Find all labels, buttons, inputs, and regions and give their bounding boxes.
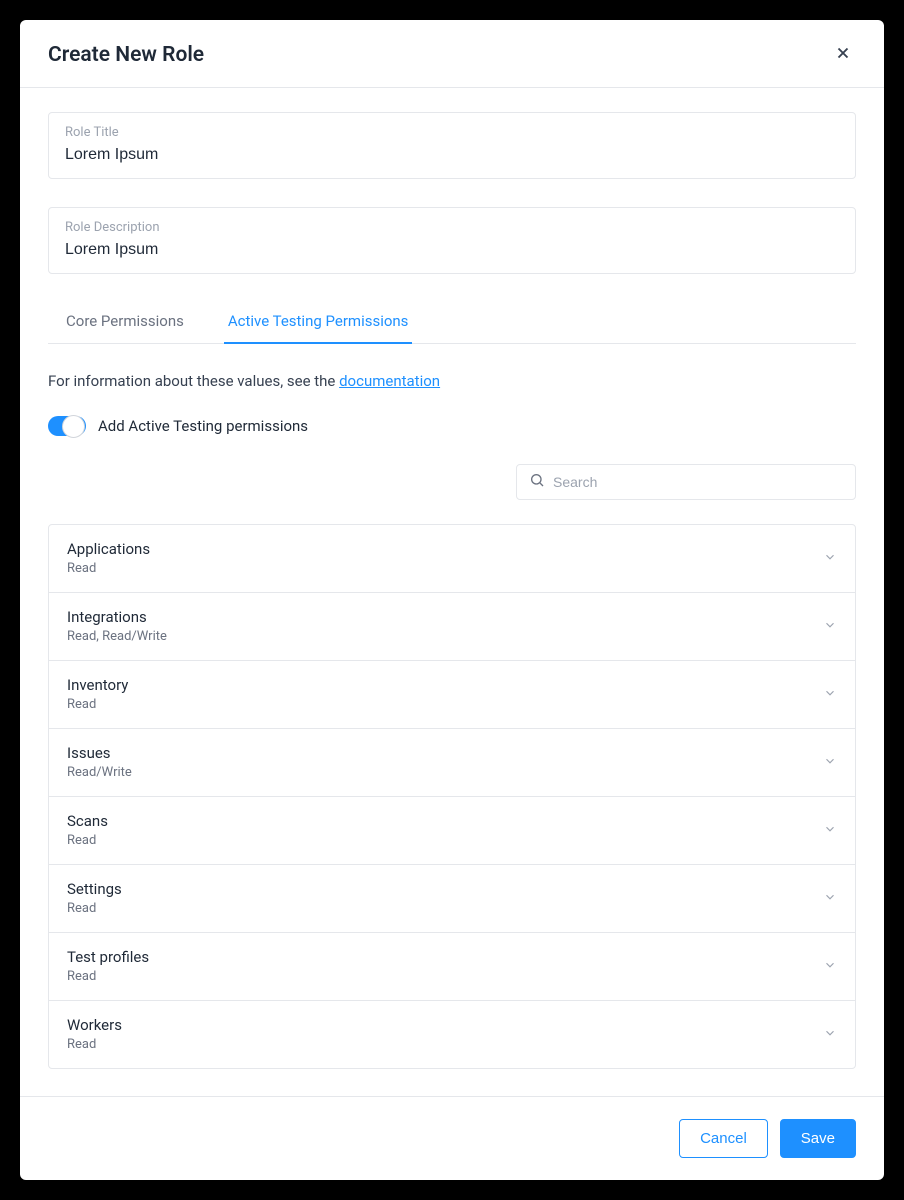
permission-title: Integrations [67, 608, 167, 626]
permission-sub: Read/Write [67, 765, 132, 780]
role-title-input[interactable] [65, 146, 839, 164]
close-icon [834, 50, 852, 65]
permission-item-settings[interactable]: Settings Read [49, 865, 855, 933]
role-title-label: Role Title [65, 125, 839, 140]
modal-body: Role Title Role Description Core Permiss… [20, 88, 884, 1096]
permission-item-test-profiles[interactable]: Test profiles Read [49, 933, 855, 1001]
search-row [48, 464, 856, 500]
permission-sub: Read [67, 901, 122, 916]
permission-sub: Read [67, 561, 150, 576]
modal-footer: Cancel Save [20, 1096, 884, 1180]
permission-tabs: Core Permissions Active Testing Permissi… [48, 302, 856, 344]
chevron-down-icon [823, 617, 837, 636]
role-title-field[interactable]: Role Title [48, 112, 856, 179]
create-role-modal: Create New Role Role Title Role Descript… [20, 20, 884, 1180]
permission-title: Workers [67, 1016, 122, 1034]
permission-title: Test profiles [67, 948, 149, 966]
permission-item-scans[interactable]: Scans Read [49, 797, 855, 865]
permission-item-inventory[interactable]: Inventory Read [49, 661, 855, 729]
tab-active-testing-permissions[interactable]: Active Testing Permissions [224, 302, 413, 344]
chevron-down-icon [823, 549, 837, 568]
modal-header: Create New Role [20, 20, 884, 88]
permission-sub: Read [67, 697, 128, 712]
permission-title: Inventory [67, 676, 128, 694]
permission-title: Issues [67, 744, 132, 762]
role-description-input[interactable] [65, 241, 839, 259]
chevron-down-icon [823, 685, 837, 704]
permission-item-workers[interactable]: Workers Read [49, 1001, 855, 1068]
permission-title: Scans [67, 812, 108, 830]
permission-title: Settings [67, 880, 122, 898]
search-box[interactable] [516, 464, 856, 500]
permission-list: Applications Read Integrations Read, Rea… [48, 524, 856, 1069]
chevron-down-icon [823, 753, 837, 772]
toggle-row: Add Active Testing permissions [48, 416, 856, 436]
role-description-field[interactable]: Role Description [48, 207, 856, 274]
permission-sub: Read [67, 833, 108, 848]
role-description-label: Role Description [65, 220, 839, 235]
tab-core-permissions[interactable]: Core Permissions [62, 302, 188, 344]
permission-sub: Read [67, 1037, 122, 1052]
modal-title: Create New Role [48, 43, 204, 67]
permission-item-integrations[interactable]: Integrations Read, Read/Write [49, 593, 855, 661]
chevron-down-icon [823, 957, 837, 976]
info-text: For information about these values, see … [48, 372, 856, 390]
permission-item-issues[interactable]: Issues Read/Write [49, 729, 855, 797]
chevron-down-icon [823, 889, 837, 908]
close-button[interactable] [830, 40, 856, 69]
permission-title: Applications [67, 540, 150, 558]
permission-sub: Read [67, 969, 149, 984]
chevron-down-icon [823, 821, 837, 840]
active-testing-toggle[interactable] [48, 416, 86, 436]
toggle-label: Add Active Testing permissions [98, 417, 308, 435]
search-input[interactable] [553, 474, 843, 490]
search-icon [529, 472, 545, 492]
cancel-button[interactable]: Cancel [679, 1119, 768, 1158]
permission-sub: Read, Read/Write [67, 629, 167, 644]
documentation-link[interactable]: documentation [339, 372, 440, 390]
permission-item-applications[interactable]: Applications Read [49, 525, 855, 593]
save-button[interactable]: Save [780, 1119, 856, 1158]
chevron-down-icon [823, 1025, 837, 1044]
info-prefix: For information about these values, see … [48, 372, 339, 390]
